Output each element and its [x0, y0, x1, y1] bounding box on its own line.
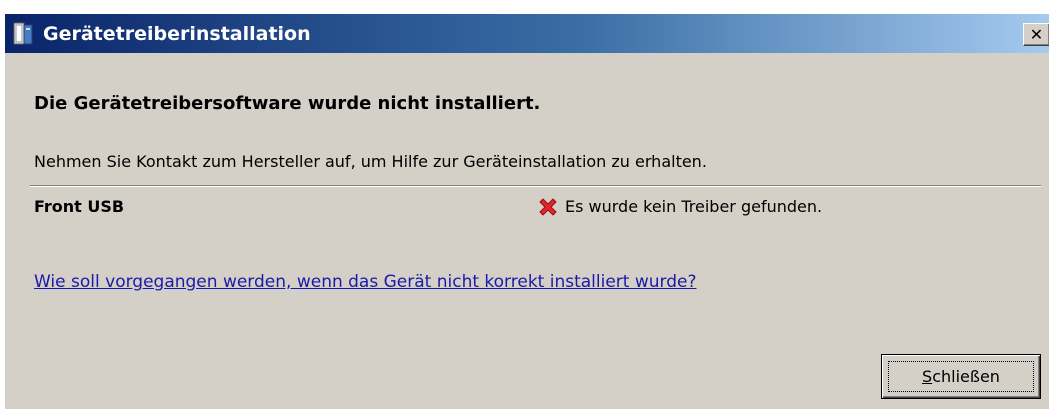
info-text: Nehmen Sie Kontakt zum Hersteller auf, u…	[34, 152, 707, 171]
help-link[interactable]: Wie soll vorgegangen werden, wenn das Ge…	[34, 270, 697, 294]
close-button-label-rest: chließen	[932, 367, 1000, 386]
close-button-label: Schließen	[922, 367, 1000, 386]
close-icon: ✕	[1029, 24, 1044, 44]
title-bar[interactable]: Gerätetreiberinstallation ✕	[5, 14, 1049, 53]
device-name: Front USB	[34, 197, 125, 216]
device-driver-icon	[13, 22, 33, 45]
device-status: Es wurde kein Treiber gefunden.	[565, 197, 823, 216]
close-button[interactable]: Schließen	[881, 354, 1041, 399]
window-title: Gerätetreiberinstallation	[43, 23, 311, 45]
error-x-icon	[539, 198, 557, 216]
window-close-button[interactable]: ✕	[1023, 23, 1049, 46]
separator	[30, 185, 1041, 187]
error-heading: Die Gerätetreibersoftware wurde nicht in…	[34, 93, 541, 114]
dialog-window: Gerätetreiberinstallation ✕ Die Gerätetr…	[4, 13, 1049, 409]
accelerator-key: S	[922, 367, 933, 386]
